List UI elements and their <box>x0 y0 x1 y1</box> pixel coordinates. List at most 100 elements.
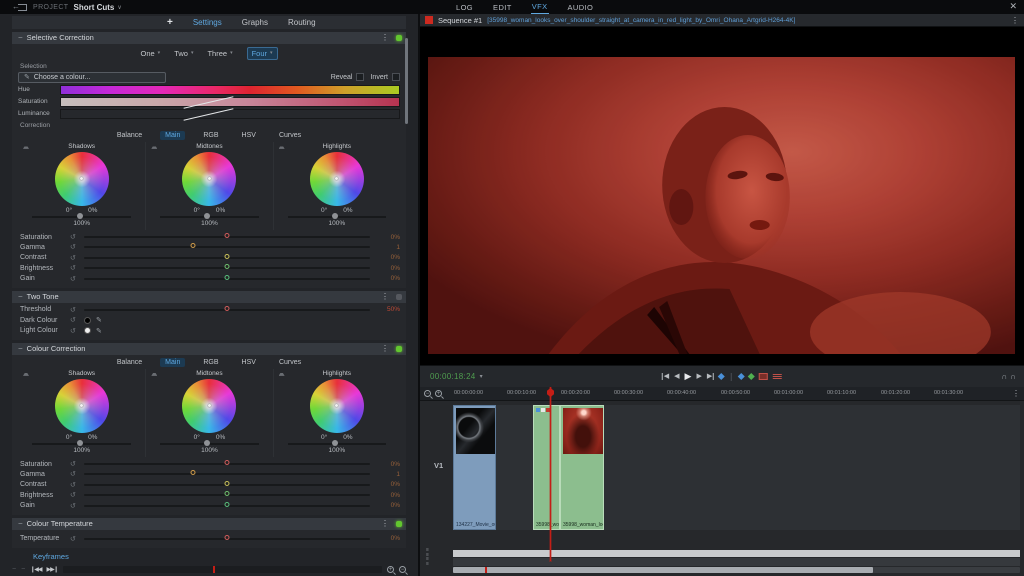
keyframe-add-icon[interactable]: − <box>12 566 16 573</box>
kebab-menu-icon[interactable]: ⋮ <box>381 519 389 528</box>
video-track-label[interactable]: V1 <box>434 461 443 470</box>
kebab-menu-icon[interactable]: ⋮ <box>1011 16 1019 25</box>
slider-track[interactable] <box>84 463 370 465</box>
project-name[interactable]: Short Cuts <box>73 3 114 12</box>
tab-balance[interactable]: Balance <box>112 131 147 140</box>
reset-icon[interactable]: ↺ <box>70 243 84 251</box>
effect-enabled-toggle[interactable] <box>396 294 402 300</box>
keyframe-caret-icon[interactable]: ▾ <box>270 50 273 56</box>
picker-icon[interactable] <box>279 144 285 149</box>
edit-pencil-icon[interactable]: ✎ <box>96 327 102 335</box>
picker-icon[interactable] <box>279 371 285 376</box>
reset-icon[interactable]: ↺ <box>70 460 84 468</box>
keyframe-remove-icon[interactable]: − <box>21 566 25 573</box>
reset-icon[interactable]: ↺ <box>70 491 84 499</box>
reset-icon[interactable]: ↺ <box>70 535 84 543</box>
slider-track[interactable] <box>84 278 370 280</box>
chevron-down-icon[interactable]: ▾ <box>480 373 483 380</box>
edit-pencil-icon[interactable]: ✎ <box>96 316 102 324</box>
timeline-zoom-in-icon[interactable]: + <box>435 390 442 397</box>
mark-out-icon[interactable] <box>738 373 745 380</box>
slider-track[interactable] <box>84 246 370 248</box>
saturation-range-slider[interactable] <box>60 97 400 107</box>
slider-track[interactable] <box>84 236 370 238</box>
timeline-ruler[interactable]: − + 00:00:00:00 00:00:10:00 00:00:20:00 … <box>420 387 1024 401</box>
tab-settings[interactable]: Settings <box>193 18 222 27</box>
kebab-menu-icon[interactable]: ⋮ <box>381 292 389 301</box>
mark-in-icon[interactable] <box>718 373 725 380</box>
variant-two[interactable]: Two▾ <box>174 49 193 58</box>
tab-curves[interactable]: Curves <box>274 131 306 140</box>
invert-button[interactable]: Invert <box>370 73 400 81</box>
zoom-out-icon[interactable]: − <box>399 566 406 573</box>
keyframe-timeline[interactable] <box>63 566 382 573</box>
keyframe-caret-icon[interactable]: ▾ <box>191 50 194 56</box>
tab-vfx[interactable]: VFX <box>531 0 549 14</box>
color-wheel[interactable] <box>55 152 109 206</box>
reset-icon[interactable]: ↺ <box>70 275 84 283</box>
reset-icon[interactable]: ↺ <box>70 470 84 478</box>
color-wheel[interactable] <box>55 379 109 433</box>
color-wheel[interactable] <box>310 379 364 433</box>
hue-range-slider[interactable] <box>60 85 400 95</box>
tab-rgb[interactable]: RGB <box>198 131 223 140</box>
add-effect-button[interactable]: + <box>167 17 173 28</box>
reset-icon[interactable]: ↺ <box>70 481 84 489</box>
chevron-down-icon[interactable]: ∨ <box>117 4 121 11</box>
video-viewer[interactable] <box>420 27 1024 365</box>
zoom-in-icon[interactable]: + <box>387 566 394 573</box>
wheel-master-slider[interactable] <box>288 443 387 445</box>
reset-icon[interactable]: ↺ <box>70 316 84 324</box>
timeline-scrollbar[interactable] <box>453 567 1020 573</box>
slider-track[interactable] <box>84 538 370 540</box>
slider-track[interactable] <box>84 484 370 486</box>
section-colour-temperature-header[interactable]: − Colour Temperature ⋮ <box>12 518 406 530</box>
slider-track[interactable] <box>84 505 370 507</box>
picker-icon[interactable] <box>151 144 157 149</box>
reveal-checkbox[interactable] <box>356 73 364 81</box>
wheel-master-slider[interactable] <box>160 216 259 218</box>
timecode-display[interactable]: 00:00:18:24 <box>430 372 476 381</box>
effect-enabled-toggle[interactable] <box>396 346 402 352</box>
timeline-clip[interactable]: 35998_woman_looks_ <box>560 405 604 530</box>
light-colour-swatch[interactable] <box>84 327 91 334</box>
tab-rgb[interactable]: RGB <box>198 358 223 367</box>
reset-icon[interactable]: ↺ <box>70 327 84 335</box>
sequence-name[interactable]: Sequence #1 <box>438 16 482 25</box>
slider-track[interactable] <box>84 473 370 475</box>
panel-scrollbar[interactable] <box>405 38 408 124</box>
picker-icon[interactable] <box>23 371 29 376</box>
play-icon[interactable]: ▶ <box>685 372 692 381</box>
timeline-clip[interactable]: 35998_woma <box>533 405 560 530</box>
color-wheel[interactable] <box>182 379 236 433</box>
tab-audio[interactable]: AUDIO <box>567 1 595 14</box>
wheel-master-slider[interactable] <box>32 216 131 218</box>
slider-track[interactable] <box>84 267 370 269</box>
go-to-start-icon[interactable]: ◀ <box>662 373 669 380</box>
close-icon[interactable]: ✕ <box>1009 1 1017 12</box>
collapse-icon[interactable]: − <box>18 292 23 301</box>
kebab-menu-icon[interactable]: ⋮ <box>381 344 389 353</box>
invert-checkbox[interactable] <box>392 73 400 81</box>
slider-track[interactable] <box>84 309 370 311</box>
audio-track-buttons[interactable]: ≡≡≡≡ <box>426 548 429 566</box>
slider-track[interactable] <box>84 257 370 259</box>
slider-track[interactable] <box>84 494 370 496</box>
section-selective-correction-header[interactable]: − Selective Correction ⋮ <box>12 32 406 44</box>
reset-icon[interactable]: ↺ <box>70 264 84 272</box>
tab-edit[interactable]: EDIT <box>492 1 513 14</box>
edit-list-icon[interactable] <box>773 374 782 379</box>
effect-enabled-toggle[interactable] <box>396 521 402 527</box>
tab-main[interactable]: Main <box>160 358 185 367</box>
tab-graphs[interactable]: Graphs <box>242 18 268 27</box>
collapse-icon[interactable]: − <box>18 344 23 353</box>
color-wheel[interactable] <box>182 152 236 206</box>
variant-one[interactable]: One▾ <box>140 49 160 58</box>
keyframes-label[interactable]: Keyframes <box>33 552 418 561</box>
next-keyframe-icon[interactable]: ▶▶❙ <box>46 566 57 573</box>
reveal-button[interactable]: Reveal <box>331 73 365 81</box>
picker-icon[interactable] <box>151 371 157 376</box>
tab-main[interactable]: Main <box>160 131 185 140</box>
headphones-icon[interactable]: ∩ <box>1010 372 1016 381</box>
timeline-zoom-out-icon[interactable]: − <box>424 390 431 397</box>
